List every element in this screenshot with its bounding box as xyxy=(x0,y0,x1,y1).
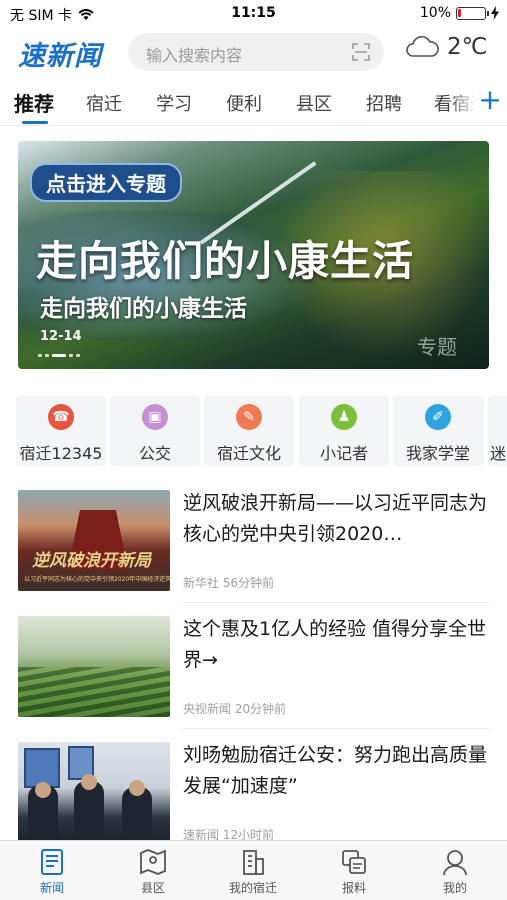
shortcut-home-school[interactable]: ✐ 我家学堂 xyxy=(393,396,483,466)
person-head-graphic xyxy=(129,780,145,796)
shortcut-suqian-12345[interactable]: ☎ 宿迁12345 xyxy=(16,396,106,466)
nav-label: 我的 xyxy=(442,881,467,895)
banner-headline: 走向我们的小康生活 xyxy=(36,237,414,285)
news-thumbnail: 逆风破浪开新局 以习近平同志为核心的党中央引领2020年中国经济逆风破浪开新局 xyxy=(18,490,170,591)
banner-tag-button[interactable]: 点击进入专题 xyxy=(30,163,182,202)
news-item[interactable]: 逆风破浪开新局 以习近平同志为核心的党中央引领2020年中国经济逆风破浪开新局 … xyxy=(18,490,489,604)
shortcut-label: 宿迁文化 xyxy=(216,444,281,463)
shortcut-label: 公交 xyxy=(138,444,171,463)
thumbnail-subtitle: 以习近平同志为核心的党中央引领2020年中国经济逆风破浪开新局 xyxy=(24,576,170,583)
battery-level xyxy=(458,8,461,17)
shortcut-reporter[interactable]: ♟ 小记者 xyxy=(299,396,389,466)
carousel-dot[interactable] xyxy=(45,354,49,357)
search-input[interactable]: 输入搜索内容 xyxy=(128,33,384,71)
map-icon xyxy=(140,849,166,875)
culture-icon: ✎ xyxy=(236,404,262,430)
thumbnail-title: 逆风破浪开新局 xyxy=(32,551,151,571)
news-time: 56分钟前 xyxy=(222,576,275,590)
shortcut-more[interactable]: 迷 xyxy=(488,396,507,466)
carousel-dots xyxy=(38,354,80,357)
shortcut-label: 宿迁12345 xyxy=(19,444,103,463)
news-item[interactable]: 刘旸勉励宿迁公安：努力跑出高质量发展“加速度” 速新闻 12小时前 xyxy=(18,742,489,856)
news-title: 逆风破浪开新局——以习近平同志为核心的党中央引领2020… xyxy=(183,492,488,545)
app-logo[interactable]: 速新闻 xyxy=(18,34,102,73)
nav-report[interactable]: 报料 xyxy=(314,847,394,896)
channel-tabs: 推荐 宿迁 学习 便利 县区 招聘 看宿迁 + xyxy=(0,80,507,126)
weather-widget[interactable]: 2℃ xyxy=(405,34,487,60)
status-bar: 无 SIM 卡 11:15 10% xyxy=(0,0,507,28)
banner-caption: 走向我们的小康生活 xyxy=(40,296,247,322)
battery-percent: 10% xyxy=(419,5,451,21)
shortcut-bus[interactable]: ▣ 公交 xyxy=(110,396,200,466)
charging-icon xyxy=(491,6,499,20)
shortcut-label: 小记者 xyxy=(319,444,368,463)
carousel-dot[interactable] xyxy=(38,354,42,357)
tab-county[interactable]: 县区 xyxy=(296,90,332,116)
tab-recommend[interactable]: 推荐 xyxy=(14,88,54,117)
person-graphic xyxy=(74,781,104,843)
news-meta: 央视新闻 20分钟前 xyxy=(183,700,286,717)
tea-field-graphic xyxy=(18,667,170,717)
news-thumbnail xyxy=(18,742,170,843)
user-icon xyxy=(443,850,467,876)
phone-icon: ☎ xyxy=(48,404,74,430)
carousel-dot-active[interactable] xyxy=(52,354,66,357)
report-icon xyxy=(342,850,366,874)
carousel-dot[interactable] xyxy=(76,354,80,357)
news-source: 新华社 xyxy=(183,576,220,590)
nav-label: 我的宿迁 xyxy=(228,881,277,895)
shortcut-row: ☎ 宿迁12345 ▣ 公交 ✎ 宿迁文化 ♟ 小记者 ✐ 我家学堂 迷 xyxy=(0,396,507,468)
shortcut-label: 迷 xyxy=(490,444,507,463)
nav-county[interactable]: 县区 xyxy=(113,847,193,896)
person-head-graphic xyxy=(35,782,51,798)
temperature: 2℃ xyxy=(447,34,488,60)
cloud-icon xyxy=(406,36,439,57)
banner-watermark: 专题 xyxy=(417,335,457,359)
nav-my-suqian[interactable]: 我的宿迁 xyxy=(213,847,293,896)
nav-profile[interactable]: 我的 xyxy=(415,847,495,896)
news-title: 刘旸勉励宿迁公安：努力跑出高质量发展“加速度” xyxy=(183,744,488,797)
shortcut-culture[interactable]: ✎ 宿迁文化 xyxy=(204,396,294,466)
pen-icon: ✐ xyxy=(425,404,451,430)
nav-label: 报料 xyxy=(341,881,366,895)
nav-label: 县区 xyxy=(140,881,165,895)
tab-jobs[interactable]: 招聘 xyxy=(366,90,402,116)
banner-carousel[interactable]: 点击进入专题 走向我们的小康生活 走向我们的小康生活 12-14 专题 xyxy=(18,141,489,369)
active-tab-indicator xyxy=(22,121,48,124)
search-placeholder: 输入搜索内容 xyxy=(146,46,243,65)
news-time: 20分钟前 xyxy=(234,702,287,716)
bottom-nav: 新闻 县区 我的宿迁 报料 我的 xyxy=(0,840,507,900)
carousel-dot[interactable] xyxy=(69,354,73,357)
building-icon xyxy=(243,850,264,875)
scan-icon[interactable] xyxy=(352,43,370,61)
news-meta: 新华社 56分钟前 xyxy=(183,574,274,591)
shortcut-label: 我家学堂 xyxy=(405,444,470,463)
news-source: 央视新闻 xyxy=(183,702,232,716)
banner-date: 12-14 xyxy=(40,329,82,344)
news-title: 这个惠及1亿人的经验 值得分享全世界→ xyxy=(183,618,487,671)
nav-news[interactable]: 新闻 xyxy=(12,847,92,896)
nav-label: 新闻 xyxy=(39,881,64,895)
tab-convenience[interactable]: 便利 xyxy=(226,90,262,116)
tab-suqian[interactable]: 宿迁 xyxy=(86,90,122,116)
divider xyxy=(183,728,489,729)
header: 速新闻 输入搜索内容 2℃ xyxy=(0,28,507,76)
person-head-graphic xyxy=(81,774,97,790)
add-channel-icon[interactable]: + xyxy=(473,80,507,124)
news-icon xyxy=(41,849,63,875)
divider xyxy=(183,602,489,603)
news-item[interactable]: 这个惠及1亿人的经验 值得分享全世界→ 央视新闻 20分钟前 xyxy=(18,616,489,730)
status-right: 10% xyxy=(420,5,499,21)
reporter-icon: ♟ xyxy=(331,404,357,430)
news-thumbnail xyxy=(18,616,170,717)
bus-icon: ▣ xyxy=(142,404,168,430)
tab-study[interactable]: 学习 xyxy=(156,90,192,116)
battery-icon xyxy=(456,6,489,20)
